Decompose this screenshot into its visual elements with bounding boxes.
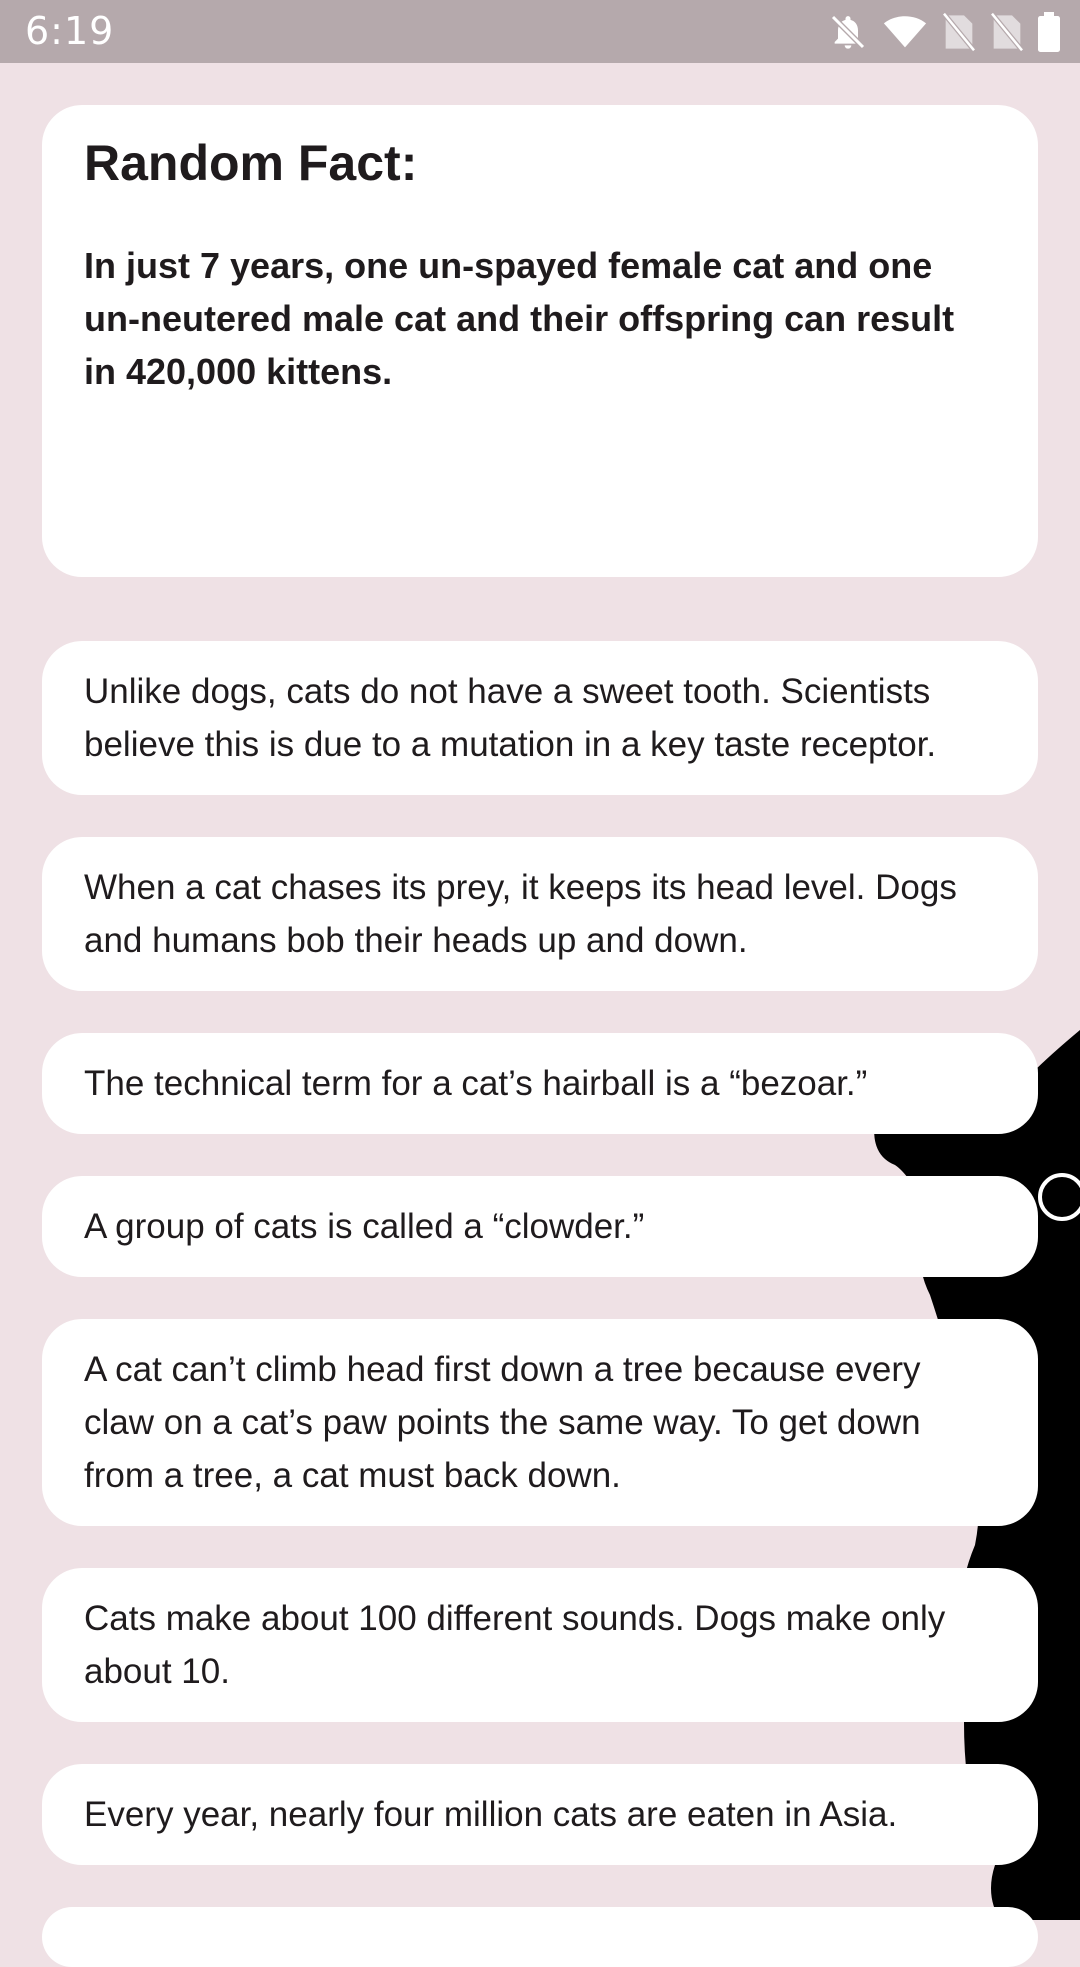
fact-card[interactable]: Unlike dogs, cats do not have a sweet to… [42, 641, 1038, 795]
fact-card[interactable] [42, 1907, 1038, 1967]
wifi-icon [882, 12, 928, 52]
fact-text: Every year, nearly four million cats are… [84, 1795, 898, 1834]
fact-text: The technical term for a cat’s hairball … [84, 1064, 868, 1103]
fact-text: A cat can’t climb head first down a tree… [84, 1350, 921, 1495]
fact-card[interactable]: When a cat chases its prey, it keeps its… [42, 837, 1038, 991]
sim-no-signal-icon [942, 12, 976, 52]
fact-text: When a cat chases its prey, it keeps its… [84, 868, 957, 960]
random-fact-card[interactable]: Random Fact: In just 7 years, one un-spa… [42, 105, 1038, 577]
fact-text: Cats make about 100 different sounds. Do… [84, 1599, 946, 1691]
fact-card[interactable]: A cat can’t climb head first down a tree… [42, 1319, 1038, 1526]
fact-text: Unlike dogs, cats do not have a sweet to… [84, 672, 937, 764]
fact-card[interactable]: Cats make about 100 different sounds. Do… [42, 1568, 1038, 1722]
fact-card[interactable]: The technical term for a cat’s hairball … [42, 1033, 1038, 1134]
status-time: 6:19 [25, 9, 115, 53]
status-bar: 6:19 [0, 0, 1080, 63]
bell-off-icon [828, 12, 868, 52]
sim-no-signal-icon [990, 12, 1024, 52]
random-fact-text: In just 7 years, one un-spayed female ca… [84, 245, 955, 392]
random-fact-title: Random Fact: [84, 135, 418, 191]
fact-card[interactable]: A group of cats is called a “clowder.” [42, 1176, 1038, 1277]
fact-card[interactable]: Every year, nearly four million cats are… [42, 1764, 1038, 1865]
fact-text: A group of cats is called a “clowder.” [84, 1207, 645, 1246]
facts-list: Random Fact: In just 7 years, one un-spa… [42, 105, 1038, 1967]
status-icons [828, 12, 1060, 52]
battery-full-icon [1038, 12, 1060, 52]
